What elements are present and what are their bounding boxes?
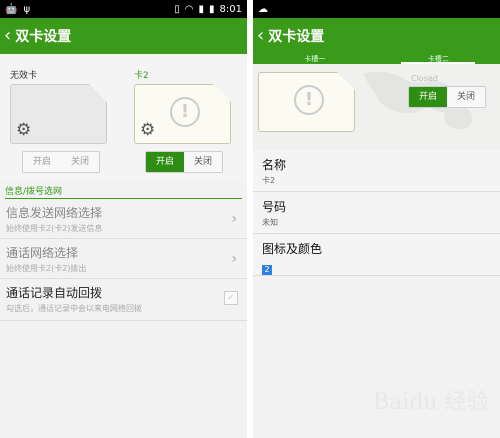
- row-value: 未知: [262, 218, 278, 227]
- list-item-sms-network[interactable]: 信息发送网络选择 始终使用卡2(卡2)发送信息 ›: [0, 199, 247, 239]
- chevron-right-icon: ›: [231, 211, 237, 227]
- title-bar: ‹ 双卡设置: [0, 18, 247, 54]
- gear-icon[interactable]: ⚙: [140, 120, 155, 140]
- left-screen: 🤖 ψ ▯ ◠ ▮ ▮ 8:01 ‹ 双卡设置 无效卡 卡2 ⚙ ! ⚙ 开启 …: [0, 0, 247, 438]
- back-icon[interactable]: ‹: [257, 27, 264, 45]
- closed-label: Closed: [411, 74, 438, 83]
- auto-callback-checkbox[interactable]: ✓: [224, 291, 238, 305]
- list-item-name[interactable]: 名称 卡2: [253, 150, 500, 192]
- sim1-card[interactable]: ⚙: [10, 84, 107, 144]
- signal-icon: ▮: [198, 3, 205, 15]
- tab-slot-2[interactable]: 卡槽二: [377, 54, 500, 64]
- page-title: 双卡设置: [15, 29, 72, 45]
- row-value: 卡2: [262, 176, 276, 185]
- gear-icon[interactable]: ⚙: [16, 120, 31, 140]
- sim1-off-button[interactable]: 关闭: [61, 152, 99, 172]
- row-label: 图标及颜色: [262, 242, 323, 256]
- sim2-toggle[interactable]: 开启 关闭: [145, 151, 223, 173]
- row-subtitle: 始终使用卡2(卡2)发送信息: [6, 224, 103, 233]
- list-item-auto-callback[interactable]: 通话记录自动回拨 勾选后，通话记录中会以来电网络回拨 ✓: [0, 279, 247, 321]
- sim2-label: 卡2: [134, 71, 149, 81]
- sim2-off-button[interactable]: 关闭: [184, 152, 222, 172]
- page-title: 双卡设置: [268, 29, 325, 45]
- tab-slot-1[interactable]: 卡槽一: [253, 54, 377, 64]
- warning-icon: !: [170, 97, 200, 127]
- sim2-on-button[interactable]: 开启: [146, 152, 184, 172]
- sim-color-badge: 2: [262, 265, 272, 275]
- android-icon: 🤖: [5, 3, 18, 15]
- chevron-right-icon: ›: [231, 251, 237, 267]
- list-item-number[interactable]: 号码 未知: [253, 192, 500, 234]
- sim-cards-section: 无效卡 卡2 ⚙ ! ⚙ 开启 关闭 开启 关闭: [0, 54, 247, 182]
- usb-icon: ψ: [23, 3, 31, 15]
- status-bar: 🤖 ψ ▯ ◠ ▮ ▮ 8:01: [0, 0, 247, 18]
- list-item-icon-color[interactable]: 图标及颜色 2: [253, 234, 500, 276]
- row-label: 号码: [262, 200, 287, 214]
- row-label: 名称: [262, 158, 287, 172]
- wifi-icon: ◠: [184, 3, 194, 15]
- watermark: Baidu 经验: [373, 390, 489, 415]
- slot2-on-button[interactable]: 开启: [409, 87, 447, 107]
- status-bar: ☁: [253, 0, 500, 18]
- sim1-label: 无效卡: [10, 71, 38, 81]
- sim1-on-button[interactable]: 开启: [23, 152, 61, 172]
- sim1-toggle[interactable]: 开启 关闭: [22, 151, 100, 173]
- row-title: 通话网络选择: [6, 246, 79, 260]
- row-subtitle: 始终使用卡2(卡2)拨出: [6, 264, 87, 273]
- sim-icon: ▯: [174, 3, 180, 15]
- sim2-card[interactable]: ! ⚙: [134, 84, 231, 144]
- right-screen: ☁ ‹ 双卡设置 卡槽一 卡槽二 ! Closed 开启 关闭 名称 卡2 号码…: [253, 0, 500, 438]
- slot-tabs: 卡槽一 卡槽二: [253, 54, 500, 64]
- sim2-card[interactable]: !: [258, 72, 355, 132]
- sim-preview-area: ! Closed 开启 关闭: [253, 64, 500, 150]
- battery-icon: ▮: [209, 3, 215, 15]
- row-title: 信息发送网络选择: [6, 206, 103, 220]
- slot2-off-button[interactable]: 关闭: [447, 87, 485, 107]
- row-title: 通话记录自动回拨: [6, 286, 103, 300]
- row-subtitle: 勾选后，通话记录中会以来电网络回拨: [6, 304, 142, 313]
- section-header: 信息/拨号选网: [5, 182, 242, 199]
- list-item-call-network[interactable]: 通话网络选择 始终使用卡2(卡2)拨出 ›: [0, 239, 247, 279]
- status-time: 8:01: [219, 3, 242, 15]
- back-icon[interactable]: ‹: [4, 27, 11, 45]
- title-bar: ‹ 双卡设置: [253, 18, 500, 54]
- warning-icon: !: [294, 85, 324, 115]
- slot2-toggle[interactable]: 开启 关闭: [408, 86, 486, 108]
- cloud-icon: ☁: [258, 3, 268, 15]
